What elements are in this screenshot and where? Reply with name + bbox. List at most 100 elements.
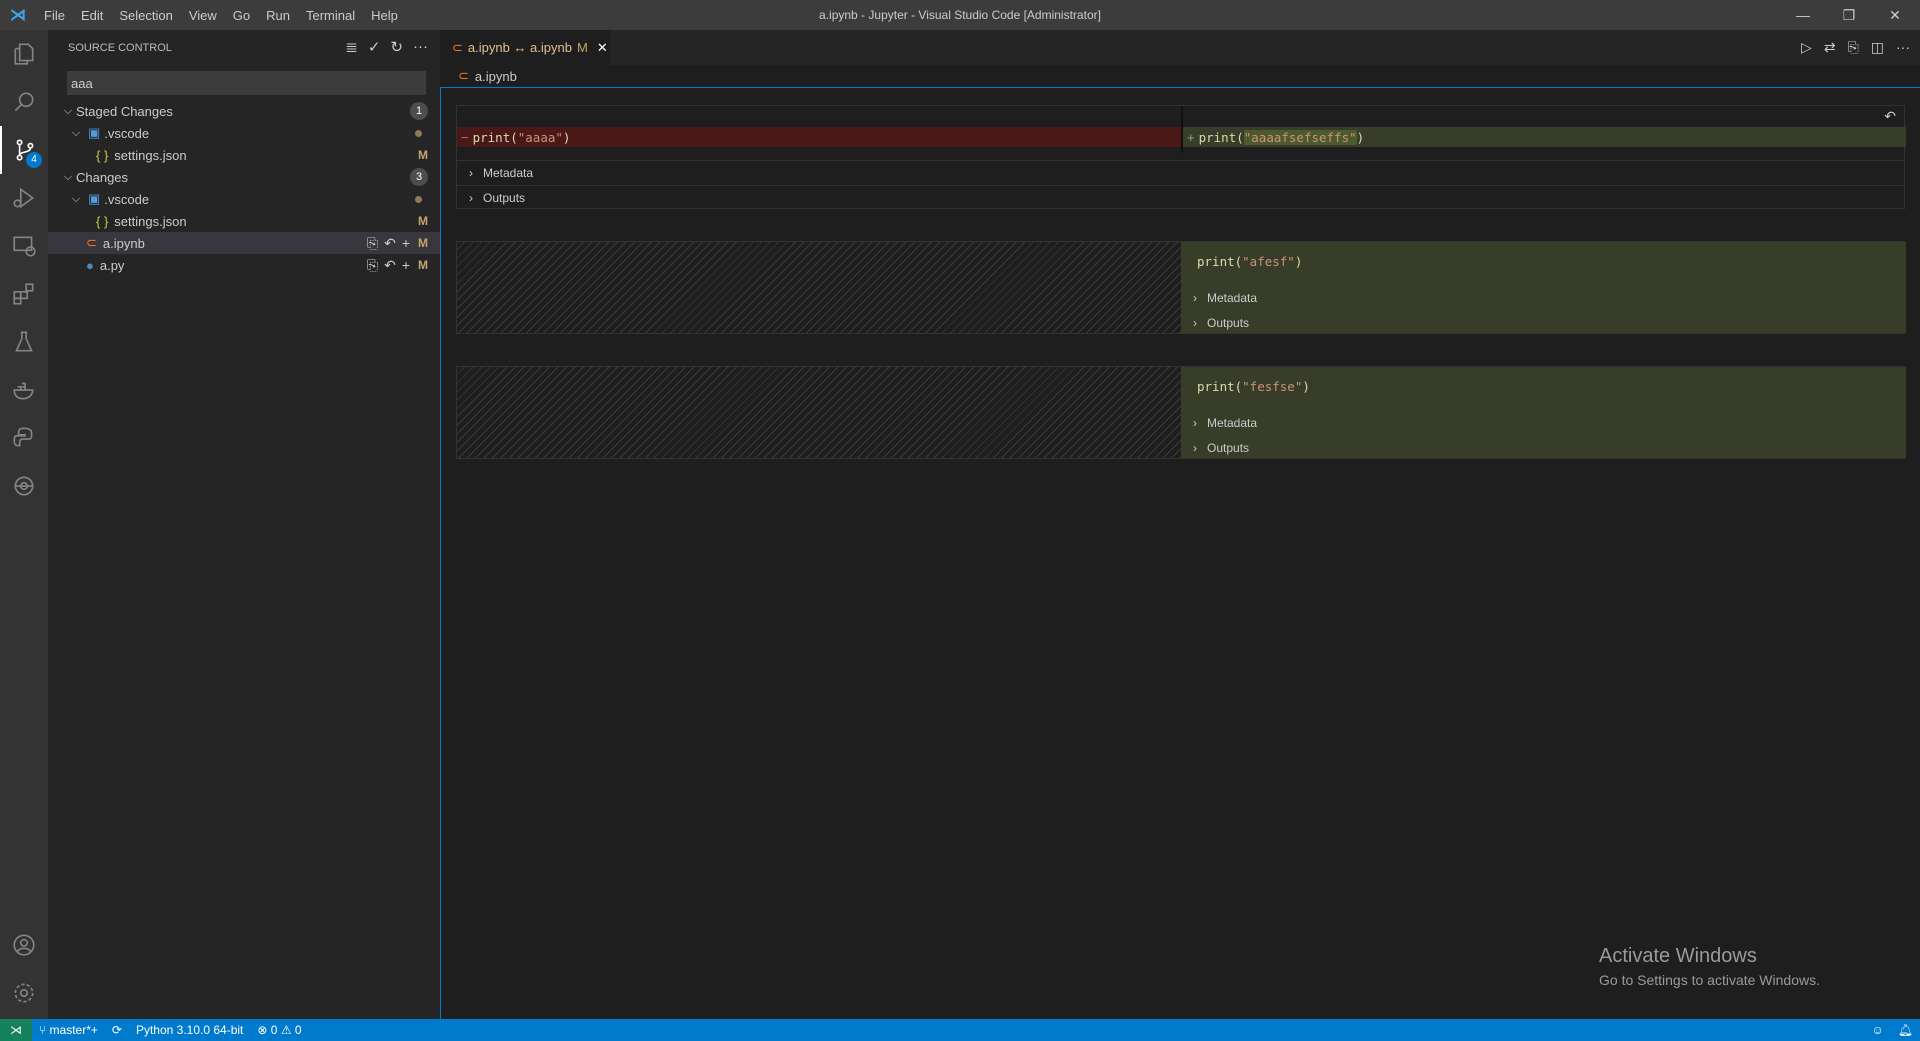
menu-view[interactable]: View bbox=[181, 8, 225, 23]
commit-check-icon[interactable]: ✓ bbox=[368, 38, 381, 56]
chevron-right-icon: › bbox=[1193, 290, 1197, 305]
metadata-toggle[interactable]: › Metadata bbox=[1181, 410, 1257, 435]
activity-bar: 4 bbox=[0, 30, 48, 1019]
sync-icon[interactable]: ⟳ bbox=[105, 1023, 129, 1037]
tab-status: M bbox=[576, 40, 588, 55]
gitlens-icon[interactable] bbox=[0, 462, 48, 510]
open-changes-icon[interactable]: ⇄ bbox=[1824, 39, 1836, 56]
code-fn: print( bbox=[1197, 379, 1243, 394]
staged-changes-group[interactable]: ⌵ Staged Changes 1 bbox=[48, 100, 440, 122]
staged-folder-vscode[interactable]: ⌵ ▣ .vscode bbox=[48, 122, 440, 144]
modified-dot bbox=[415, 195, 422, 203]
commit-message-input[interactable] bbox=[67, 71, 426, 95]
code-string: "fesfse" bbox=[1242, 379, 1303, 394]
split-editor-icon[interactable]: ◫ bbox=[1871, 39, 1884, 56]
changes-file-a-ipynb[interactable]: ⊂ a.ipynb ⎘ ↶ + M bbox=[48, 232, 440, 254]
code-fn: print( bbox=[472, 129, 518, 145]
metadata-toggle[interactable]: › Metadata bbox=[1181, 285, 1257, 310]
menu-go[interactable]: Go bbox=[225, 8, 258, 23]
code-string: "aaaa" bbox=[517, 129, 563, 145]
more-actions-icon[interactable]: ··· bbox=[1896, 39, 1910, 56]
tab-label: a.ipynb ↔ a.ipynb bbox=[467, 40, 572, 55]
metadata-label: Metadata bbox=[1207, 290, 1258, 305]
run-all-icon[interactable]: ▷ bbox=[1801, 39, 1812, 56]
vscode-folder-icon: ▣ bbox=[88, 125, 101, 140]
stage-changes-icon[interactable]: + bbox=[402, 257, 410, 274]
diff-cell-inserted: print("afesf") › Metadata › Outputs bbox=[456, 241, 1906, 335]
metadata-toggle[interactable]: › Metadata bbox=[457, 160, 1904, 185]
warning-icon: ⚠ bbox=[280, 1023, 295, 1037]
remote-explorer-icon[interactable] bbox=[0, 222, 48, 270]
empty-placeholder bbox=[457, 367, 1181, 458]
extensions-icon[interactable] bbox=[0, 270, 48, 318]
status-flag: M bbox=[418, 258, 428, 272]
branch-status[interactable]: ⑂ master*+ bbox=[32, 1023, 105, 1037]
code-fn: print( bbox=[1198, 129, 1244, 145]
chevron-right-icon: › bbox=[469, 191, 473, 205]
metadata-label: Metadata bbox=[483, 166, 534, 180]
minimize-button[interactable]: — bbox=[1780, 0, 1826, 30]
changes-file-settings-json[interactable]: { } settings.json M bbox=[48, 210, 440, 232]
panel-title: SOURCE CONTROL bbox=[68, 42, 172, 54]
notifications-icon[interactable]: 🔔︎ bbox=[1891, 1023, 1920, 1037]
file-label: a.py bbox=[99, 257, 125, 273]
testing-icon[interactable] bbox=[0, 318, 48, 366]
chevron-down-icon: ⌵ bbox=[63, 170, 73, 183]
git-branch-icon: ⑂ bbox=[39, 1023, 50, 1037]
plus-icon: + bbox=[1187, 129, 1195, 145]
feedback-icon[interactable]: ☺ bbox=[1865, 1023, 1891, 1037]
close-window-button[interactable]: ✕ bbox=[1872, 0, 1918, 30]
status-flag: M bbox=[418, 236, 428, 250]
outputs-toggle[interactable]: › Outputs bbox=[1181, 310, 1249, 335]
changes-group[interactable]: ⌵ Changes 3 bbox=[48, 166, 440, 188]
chevron-down-icon: ⌵ bbox=[71, 192, 81, 205]
menu-edit[interactable]: Edit bbox=[73, 8, 111, 23]
breadcrumb[interactable]: ⊂ a.ipynb bbox=[440, 65, 517, 87]
error-count: 0 bbox=[270, 1023, 278, 1037]
docker-icon[interactable] bbox=[0, 366, 48, 414]
more-actions-icon[interactable]: ··· bbox=[413, 38, 428, 56]
explorer-icon[interactable] bbox=[0, 30, 48, 78]
menu-file[interactable]: File bbox=[36, 8, 73, 23]
view-as-list-icon[interactable]: ≣ bbox=[345, 38, 358, 56]
python-icon[interactable] bbox=[0, 414, 48, 462]
open-file-icon[interactable]: ⎘ bbox=[1848, 39, 1859, 56]
menu-selection[interactable]: Selection bbox=[111, 8, 180, 23]
staged-file-settings-json[interactable]: { } settings.json M bbox=[48, 144, 440, 166]
menu-run[interactable]: Run bbox=[258, 8, 298, 23]
stage-changes-icon[interactable]: + bbox=[402, 235, 410, 252]
empty-placeholder bbox=[457, 242, 1181, 333]
jupyter-icon: ⊂ bbox=[458, 68, 469, 83]
metadata-label: Metadata bbox=[1207, 415, 1258, 430]
outputs-label: Outputs bbox=[1207, 440, 1250, 455]
close-tab-icon[interactable]: ✕ bbox=[597, 40, 608, 56]
file-label: a.ipynb bbox=[102, 235, 145, 251]
menu-help[interactable]: Help bbox=[363, 8, 406, 23]
search-icon[interactable] bbox=[0, 78, 48, 126]
settings-gear-icon[interactable] bbox=[0, 969, 48, 1017]
file-label: settings.json bbox=[114, 147, 187, 163]
source-control-icon[interactable]: 4 bbox=[0, 126, 48, 174]
changes-folder-vscode[interactable]: ⌵ ▣ .vscode bbox=[48, 188, 440, 210]
refresh-icon[interactable]: ↻ bbox=[390, 38, 403, 56]
menu-terminal[interactable]: Terminal bbox=[298, 8, 363, 23]
revert-icon[interactable]: ↶ bbox=[1884, 108, 1896, 125]
changes-file-a-py[interactable]: ● a.py ⎘ ↶ + M bbox=[48, 254, 440, 276]
discard-changes-icon[interactable]: ↶ bbox=[384, 235, 396, 252]
tab-a-ipynb-diff[interactable]: ⊂ a.ipynb ↔ a.ipynb M ✕ bbox=[440, 30, 610, 65]
outputs-toggle[interactable]: › Outputs bbox=[457, 185, 1904, 210]
open-file-icon[interactable]: ⎘ bbox=[367, 257, 378, 274]
run-debug-icon[interactable] bbox=[0, 174, 48, 222]
outputs-toggle[interactable]: › Outputs bbox=[1181, 435, 1249, 460]
discard-changes-icon[interactable]: ↶ bbox=[384, 257, 396, 274]
breadcrumb-item[interactable]: a.ipynb bbox=[475, 69, 517, 84]
outputs-label: Outputs bbox=[483, 191, 526, 205]
python-interpreter[interactable]: Python 3.10.0 64-bit bbox=[129, 1023, 250, 1037]
diff-cell-modified: ↶ − print("aaaa") + print("aaaafsefseffs")… bbox=[456, 105, 1906, 210]
problems-status[interactable]: ⊗ 0 ⚠ 0 bbox=[250, 1023, 308, 1037]
open-file-icon[interactable]: ⎘ bbox=[367, 235, 378, 252]
account-icon[interactable] bbox=[0, 921, 48, 969]
remote-indicator-icon[interactable]: ⋊ bbox=[0, 1019, 32, 1041]
restore-button[interactable]: ❐ bbox=[1826, 0, 1872, 30]
branch-label: master*+ bbox=[49, 1023, 98, 1037]
